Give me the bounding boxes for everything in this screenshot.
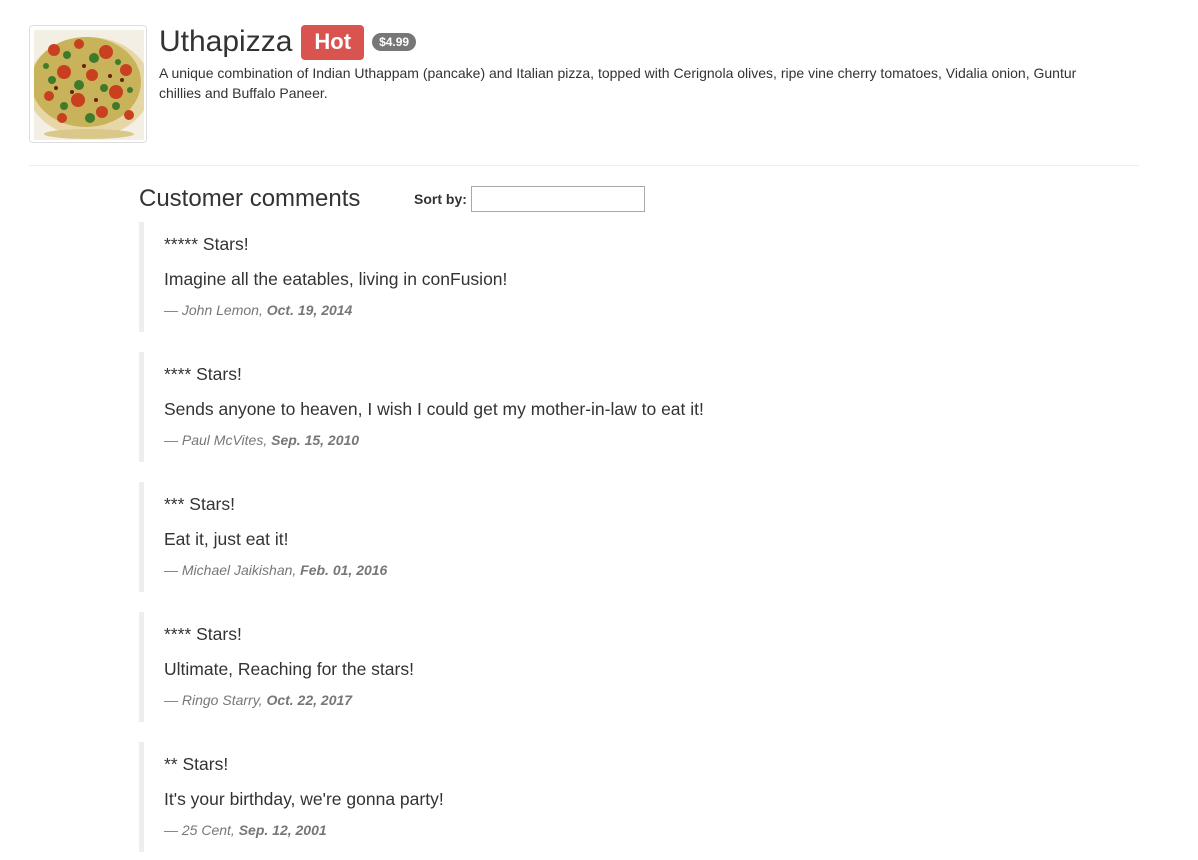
comment-author: — 25 Cent, xyxy=(164,822,235,838)
comment-text: Sends anyone to heaven, I wish I could g… xyxy=(164,399,704,419)
comment-rating: **** Stars! xyxy=(164,624,242,644)
comment-text: Ultimate, Reaching for the stars! xyxy=(164,659,414,679)
comment-footer: — Paul McVites, Sep. 15, 2010 xyxy=(164,431,1039,449)
comment-author: — Michael Jaikishan, xyxy=(164,562,297,578)
price-badge: $4.99 xyxy=(372,33,417,51)
comment-item: ***** Stars! Imagine all the eatables, l… xyxy=(139,222,1039,332)
comment-date: Oct. 22, 2017 xyxy=(266,692,353,708)
comment-text: Imagine all the eatables, living in conF… xyxy=(164,269,508,289)
comment-footer: — 25 Cent, Sep. 12, 2001 xyxy=(164,821,1039,839)
comment-item: ** Stars! It's your birthday, we're gonn… xyxy=(139,742,1039,852)
dish-description: A unique combination of Indian Uthappam … xyxy=(159,65,1077,101)
section-divider xyxy=(29,165,1139,166)
pizza-image xyxy=(34,30,144,140)
comment-author: — Ringo Starry, xyxy=(164,692,263,708)
comment-rating: ***** Stars! xyxy=(164,234,249,254)
dish-name: Uthapizza xyxy=(159,25,293,58)
comment-rating: ** Stars! xyxy=(164,754,229,774)
comment-footer: — Michael Jaikishan, Feb. 01, 2016 xyxy=(164,561,1039,579)
comment-date: Oct. 19, 2014 xyxy=(266,302,353,318)
sort-label: Sort by: xyxy=(414,191,467,207)
comment-text: It's your birthday, we're gonna party! xyxy=(164,789,444,809)
comment-date: Sep. 15, 2010 xyxy=(271,432,360,448)
comment-item: *** Stars! Eat it, just eat it! — Michae… xyxy=(139,482,1039,592)
dish-detail-page: Uthapizza Hot $4.99 A unique combination… xyxy=(0,0,1198,860)
hot-label: Hot xyxy=(301,24,365,60)
comment-item: **** Stars! Sends anyone to heaven, I wi… xyxy=(139,352,1039,462)
comment-date: Sep. 12, 2001 xyxy=(238,822,327,838)
comment-item: **** Stars! Ultimate, Reaching for the s… xyxy=(139,612,1039,722)
sort-input[interactable] xyxy=(471,186,645,212)
comment-date: Feb. 01, 2016 xyxy=(300,562,388,578)
dish-thumbnail xyxy=(29,25,147,143)
comment-author: — John Lemon, xyxy=(164,302,263,318)
comment-rating: *** Stars! xyxy=(164,494,235,514)
comment-footer: — John Lemon, Oct. 19, 2014 xyxy=(164,301,1039,319)
comment-footer: — Ringo Starry, Oct. 22, 2017 xyxy=(164,691,1039,709)
comment-rating: **** Stars! xyxy=(164,364,242,384)
comments-title: Customer comments xyxy=(139,185,361,212)
comment-text: Eat it, just eat it! xyxy=(164,529,289,549)
dish-heading: Uthapizza Hot $4.99 xyxy=(159,24,417,60)
comment-author: — Paul McVites, xyxy=(164,432,268,448)
